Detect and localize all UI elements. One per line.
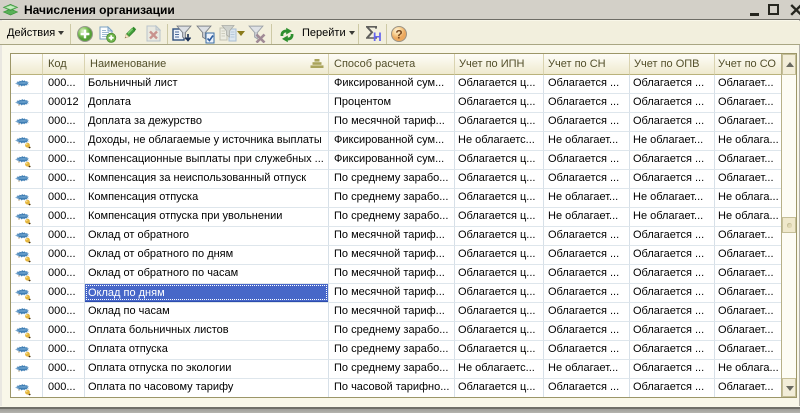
svg-text:?: ? bbox=[395, 28, 402, 42]
